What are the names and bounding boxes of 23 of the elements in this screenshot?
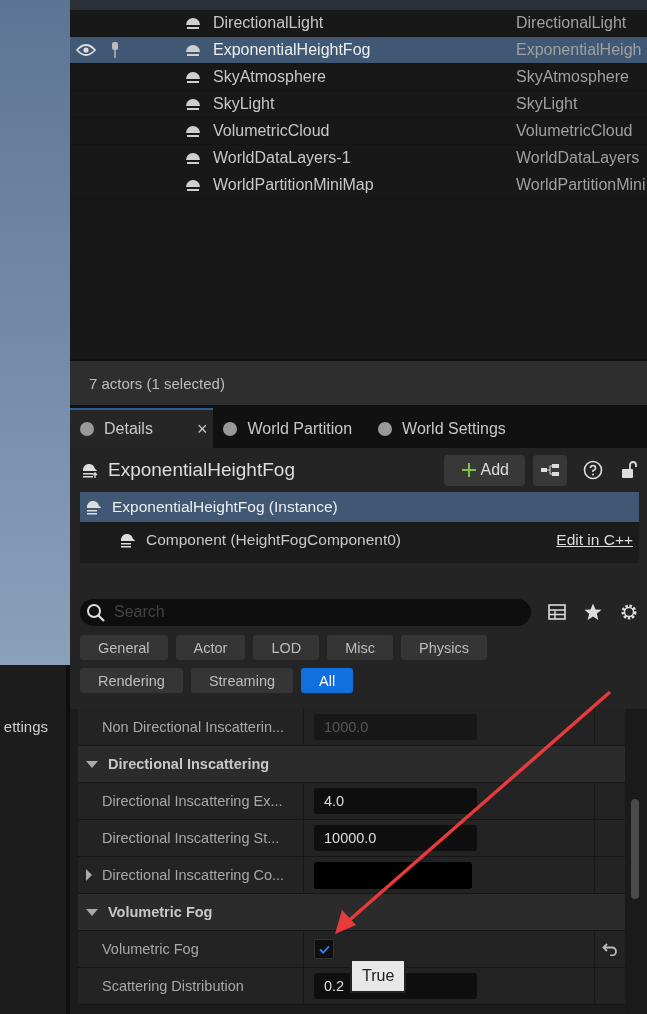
actor-name: VolumetricCloud (213, 122, 331, 140)
actor-type: SkyLight (516, 95, 578, 113)
actor-type: ExponentialHeigh (516, 41, 642, 59)
actor-name: WorldDataLayers-1 (213, 149, 352, 167)
actor-type: VolumetricCloud (516, 122, 633, 140)
actor-count: 7 actors (1 selected) (89, 374, 225, 392)
property-label: Directional Inscattering Co... (102, 867, 285, 883)
actor-type: DirectionalLight (516, 14, 627, 32)
actor-name: WorldPartitionMiniMap (213, 176, 375, 194)
property-label: Directional Inscattering Ex... (102, 793, 283, 809)
actor-title: ExponentialHeightFog (108, 459, 296, 481)
property-label: Scattering Distribution (102, 978, 244, 994)
property-label: Non Directional Inscatterin... (102, 719, 285, 735)
actor-name: SkyAtmosphere (213, 68, 327, 86)
actor-type: SkyAtmosphere (516, 68, 629, 86)
actor-type: WorldDataLayers (516, 149, 640, 167)
property-label: Directional Inscattering St... (102, 830, 280, 846)
actor-name: SkyLight (213, 95, 276, 113)
property-label: Volumetric Fog (102, 941, 199, 957)
tooltip: True (350, 959, 407, 993)
actor-type: WorldPartitionMini (516, 176, 646, 194)
actor-name: DirectionalLight (213, 14, 325, 32)
actor-name: ExponentialHeightFog (213, 41, 372, 59)
